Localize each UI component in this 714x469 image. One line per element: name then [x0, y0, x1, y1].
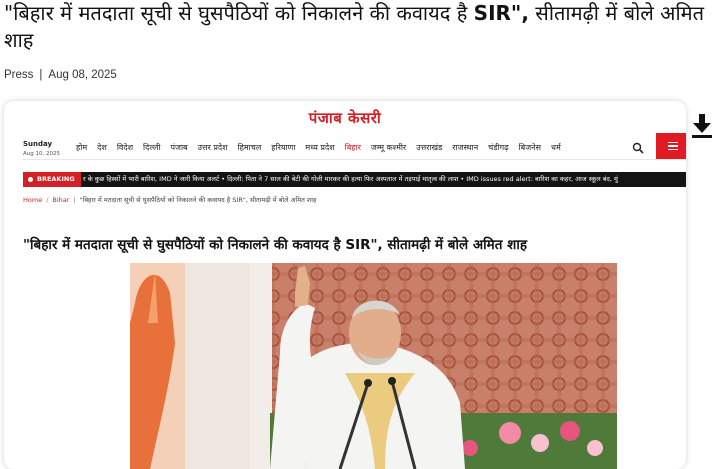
nav-item-punjab[interactable]: पंजाब	[170, 142, 187, 153]
article-photo	[130, 263, 617, 469]
nav-item-bihar[interactable]: बिहार	[345, 142, 361, 153]
article-title: "बिहार में मतदाता सूची से घुसपैठियों को …	[23, 237, 527, 253]
nav-item-chandigarh[interactable]: चंडीगढ़	[488, 142, 508, 153]
nav-item-home[interactable]: होम	[76, 142, 87, 153]
date-box: Sunday Aug 10, 2025	[23, 139, 60, 159]
meta-separator: |	[39, 69, 43, 81]
nav-item-himachal[interactable]: हिमाचल	[238, 142, 262, 153]
nav-item-desh[interactable]: देश	[97, 142, 107, 153]
nav-item-videsh[interactable]: विदेश	[117, 142, 133, 153]
breadcrumb: Home / Bihar | "बिहार में मतदाता सूची से घुस…	[23, 196, 317, 204]
breaking-news-bar: र के कुछ हिस्सों में भारी बारिश, IMD ने …	[23, 172, 686, 187]
nav-item-business[interactable]: बिजनेस	[519, 142, 541, 153]
meta-date: Aug 08, 2025	[48, 69, 117, 81]
headline-part-1: "बिहार में मतदाता सूची से घुसपैठियों को …	[4, 1, 474, 25]
breaking-ticker[interactable]: र के कुछ हिस्सों में भारी बारिश, IMD ने …	[83, 172, 618, 187]
breadcrumb-home[interactable]: Home	[23, 196, 42, 204]
download-icon[interactable]	[690, 112, 714, 140]
nav-item-haryana[interactable]: हरियाणा	[271, 142, 295, 153]
site-logo[interactable]: पंजाब केसरी	[4, 108, 686, 128]
headline-bold: SIR",	[473, 1, 529, 25]
post-meta: Press | Aug 08, 2025	[4, 69, 117, 81]
live-dot-icon	[28, 177, 33, 182]
nav-item-dharm[interactable]: धर्म	[551, 142, 561, 153]
breadcrumb-section[interactable]: Bihar	[52, 196, 69, 204]
nav-item-uttarakhand[interactable]: उत्तराखंड	[416, 142, 442, 153]
screenshot-card: पंजाब केसरी Sunday Aug 10, 2025 होम देश …	[4, 101, 686, 469]
nav-item-rajasthan[interactable]: राजस्थान	[452, 142, 478, 153]
search-icon[interactable]	[632, 142, 644, 154]
nav-item-delhi[interactable]: दिल्ली	[143, 142, 160, 153]
hamburger-menu-icon[interactable]	[656, 133, 686, 159]
nav-divider	[22, 159, 686, 160]
current-date: Aug 10, 2025	[23, 151, 60, 157]
breaking-label: BREAKING	[23, 172, 81, 187]
nav-item-uttar-pradesh[interactable]: उत्तर प्रदेश	[198, 142, 228, 153]
page-headline: "बिहार में मतदाता सूची से घुसपैठियों को …	[4, 0, 710, 54]
main-nav: होम देश विदेश दिल्ली पंजाब उत्तर प्रदेश …	[76, 142, 571, 153]
nav-item-jammu-kashmir[interactable]: जम्मू कश्मीर	[371, 142, 406, 153]
current-day: Sunday	[23, 140, 53, 148]
meta-source[interactable]: Press	[4, 69, 33, 81]
breadcrumb-current: "बिहार में मतदाता सूची से घुसपैठियों को …	[79, 196, 317, 204]
nav-item-madhya-pradesh[interactable]: मध्य प्रदेश	[305, 142, 334, 153]
